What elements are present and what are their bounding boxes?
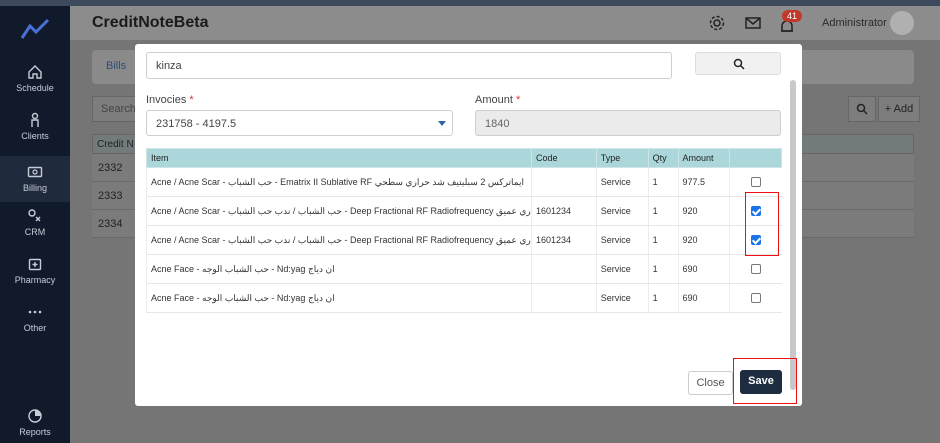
tab-bills[interactable]: Bills <box>106 60 126 72</box>
sidebar-item-label: Reports <box>19 427 51 437</box>
amount-cell: 690 <box>677 283 730 313</box>
sidebar-item-label: Billing <box>22 183 47 193</box>
amount-cell: 920 <box>677 196 730 226</box>
add-button-label: Add <box>893 103 914 115</box>
reports-icon <box>28 409 42 423</box>
qty-cell: 1 <box>647 225 678 255</box>
sidebar-item-label: CRM <box>24 227 46 237</box>
more-icon <box>28 310 42 314</box>
type-cell: Service <box>595 254 649 284</box>
home-icon <box>28 65 42 79</box>
column-header: Code <box>531 148 597 168</box>
table-row: Acne / Acne Scar - حب الشباب - Ematrix I… <box>146 167 782 197</box>
sidebar-item-clients[interactable]: Clients <box>0 112 70 141</box>
save-highlight-box <box>733 358 797 404</box>
type-cell: Service <box>595 225 649 255</box>
plus-icon: + <box>884 103 892 115</box>
row-checkbox[interactable] <box>750 177 761 187</box>
row-checkbox[interactable] <box>750 293 761 303</box>
chevron-down-icon <box>438 121 446 126</box>
sidebar-item-other[interactable]: Other <box>0 304 70 333</box>
app-title: CreditNoteBeta <box>92 14 209 31</box>
sidebar-item-label: Other <box>23 323 47 333</box>
gear-icon[interactable] <box>708 14 726 32</box>
code-cell: 1601234 <box>531 225 597 255</box>
top-bar: CreditNoteBeta 41 Administrator <box>70 6 940 40</box>
person-icon <box>31 112 39 127</box>
sidebar-item-pharmacy[interactable]: Pharmacy <box>0 256 70 285</box>
checkbox-highlight-box <box>745 192 779 256</box>
amount-field: 1840 <box>475 110 781 136</box>
column-header: Item <box>146 148 532 168</box>
avatar[interactable] <box>890 11 914 35</box>
amount-cell: 977.5 <box>677 167 730 197</box>
credit-note-modal: Invocies * 231758 - 4197.5 Amount * 1840… <box>135 44 802 406</box>
code-cell <box>531 283 597 313</box>
type-cell: Service <box>595 196 649 226</box>
pharmacy-icon <box>28 258 42 271</box>
sidebar-item-schedule[interactable]: Schedule <box>0 64 70 93</box>
notification-badge: 41 <box>782 10 803 22</box>
user-name[interactable]: Administrator <box>822 17 887 29</box>
code-cell <box>531 167 597 197</box>
sidebar: Schedule Clients Billing CRM Pharmacy Ot… <box>0 6 70 443</box>
qty-cell: 1 <box>647 283 678 313</box>
mail-icon[interactable] <box>744 14 762 32</box>
code-cell: 1601234 <box>531 196 597 226</box>
search-icon <box>856 103 868 115</box>
item-cell: Acne / Acne Scar - حب الشباب / ندب حب ال… <box>146 196 532 226</box>
qty-cell: 1 <box>647 254 678 284</box>
billing-icon <box>27 166 43 178</box>
sidebar-item-label: Clients <box>21 131 49 141</box>
client-search-button[interactable] <box>695 52 781 75</box>
search-icon <box>733 58 745 70</box>
item-cell: Acne / Acne Scar - حب الشباب / ندب حب ال… <box>146 225 532 255</box>
qty-cell: 1 <box>647 167 678 197</box>
item-cell: Acne / Acne Scar - حب الشباب - Ematrix I… <box>146 167 532 197</box>
close-button[interactable]: Close <box>688 371 733 395</box>
code-cell <box>531 254 597 284</box>
type-cell: Service <box>595 167 649 197</box>
table-row: Acne Face - حب الشباب الوجه - Nd:yag ان … <box>146 254 782 284</box>
sidebar-item-label: Schedule <box>16 83 54 93</box>
modal-scrollbar[interactable] <box>790 80 796 390</box>
search-button[interactable] <box>848 96 876 122</box>
crm-icon <box>28 209 41 222</box>
sidebar-item-crm[interactable]: CRM <box>0 208 70 237</box>
item-cell: Acne Face - حب الشباب الوجه - Nd:yag ان … <box>146 254 532 284</box>
sidebar-item-label: Pharmacy <box>14 275 56 285</box>
amount-label: Amount * <box>475 94 521 106</box>
column-header-select <box>729 148 782 168</box>
type-cell: Service <box>595 283 649 313</box>
qty-cell: 1 <box>647 196 678 226</box>
table-row: Acne / Acne Scar - حب الشباب / ندب حب ال… <box>146 196 782 226</box>
amount-cell: 920 <box>677 225 730 255</box>
column-header: Amount <box>677 148 731 168</box>
column-header: Qty <box>647 148 679 168</box>
invoice-select[interactable]: 231758 - 4197.5 <box>146 110 453 136</box>
column-header: Type <box>595 148 649 168</box>
invoice-select-value: 231758 - 4197.5 <box>156 118 237 130</box>
invoices-label: Invocies * <box>146 94 194 106</box>
amount-cell: 690 <box>677 254 730 284</box>
items-table: Item Code Type Qty Amount Acne / Acne Sc… <box>146 148 782 313</box>
row-checkbox[interactable] <box>750 264 761 274</box>
table-row: Acne / Acne Scar - حب الشباب / ندب حب ال… <box>146 225 782 255</box>
table-row: Acne Face - حب الشباب الوجه - Nd:yag ان … <box>146 283 782 313</box>
sidebar-item-reports[interactable]: Reports <box>0 408 70 437</box>
item-cell: Acne Face - حب الشباب الوجه - Nd:yag ان … <box>146 283 532 313</box>
logo-icon <box>20 18 50 39</box>
add-button[interactable]: + Add <box>878 96 920 122</box>
sidebar-item-billing[interactable]: Billing <box>0 156 70 202</box>
client-search-input[interactable] <box>146 52 672 79</box>
items-table-header: Item Code Type Qty Amount <box>146 148 782 168</box>
